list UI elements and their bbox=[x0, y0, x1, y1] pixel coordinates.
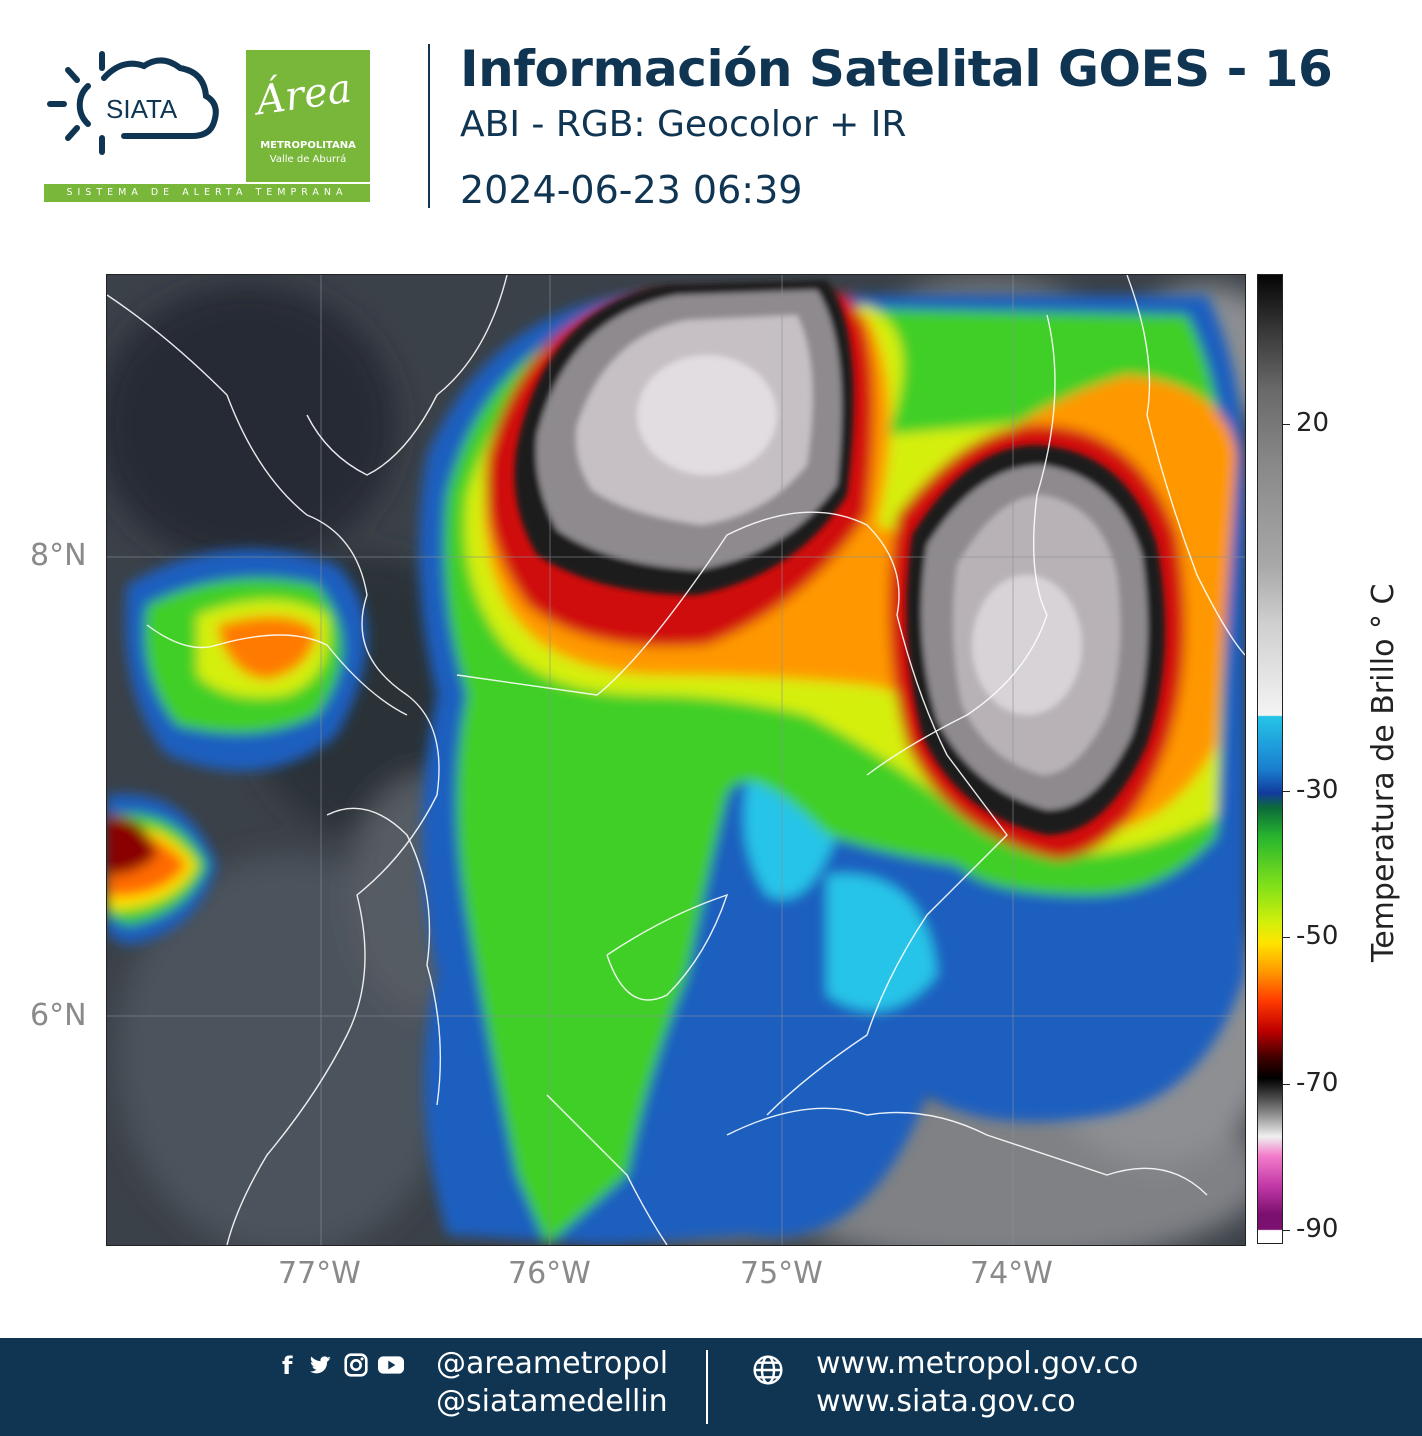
lon-label-74w: 74°W bbox=[970, 1256, 1053, 1291]
colorbar-label-minus70: -70 bbox=[1296, 1068, 1339, 1098]
satellite-map bbox=[106, 274, 1246, 1246]
colorbar-tick bbox=[1282, 1230, 1290, 1231]
siata-logo-text: SIATA bbox=[106, 94, 178, 124]
colorbar-label-minus90: -90 bbox=[1296, 1214, 1339, 1244]
website-metropol-link[interactable]: www.metropol.gov.co bbox=[816, 1346, 1138, 1381]
colorbar-label-20: 20 bbox=[1296, 408, 1330, 438]
colorbar-tick bbox=[1282, 791, 1290, 792]
lat-label-6n: 6°N bbox=[30, 998, 87, 1033]
lon-label-77w: 77°W bbox=[278, 1256, 361, 1291]
image-timestamp: 2024-06-23 06:39 bbox=[460, 168, 803, 212]
lon-label-75w: 75°W bbox=[740, 1256, 823, 1291]
lat-label-8n: 8°N bbox=[30, 538, 87, 573]
colorbar-title: Temperatura de Brillo ° C bbox=[1366, 583, 1401, 963]
page-subtitle: ABI - RGB: Geocolor + IR bbox=[460, 104, 907, 145]
footer-divider bbox=[706, 1350, 708, 1424]
area-logo-name: METROPOLITANA bbox=[260, 140, 356, 151]
instagram-icon[interactable] bbox=[342, 1352, 370, 1378]
social-handle-areametropol[interactable]: @areametropol bbox=[436, 1346, 668, 1381]
colorbar-tick bbox=[1282, 1084, 1290, 1085]
footer: f @areametropol @siatamedellin www.metro… bbox=[0, 1338, 1422, 1436]
facebook-icon[interactable]: f bbox=[282, 1352, 292, 1380]
page-title: Información Satelital GOES - 16 bbox=[460, 40, 1333, 98]
colorbar-tick bbox=[1282, 937, 1290, 938]
website-siata-link[interactable]: www.siata.gov.co bbox=[816, 1384, 1076, 1419]
lon-label-76w: 76°W bbox=[508, 1256, 591, 1291]
globe-icon bbox=[753, 1355, 783, 1385]
temperature-colorbar bbox=[1257, 274, 1283, 1244]
colorbar-label-minus50: -50 bbox=[1296, 921, 1339, 951]
logo-banner: SISTEMA DE ALERTA TEMPRANA bbox=[44, 184, 370, 202]
area-logo-subname: Valle de Aburrá bbox=[269, 154, 347, 165]
colorbar-tick bbox=[1282, 424, 1290, 425]
satellite-imagery bbox=[107, 275, 1245, 1245]
header-divider bbox=[428, 44, 430, 208]
area-metropolitana-logo: Área METROPOLITANA Valle de Aburrá bbox=[246, 50, 370, 182]
social-handle-siatamedellin[interactable]: @siatamedellin bbox=[436, 1384, 668, 1419]
colorbar-label-minus30: -30 bbox=[1296, 775, 1339, 805]
twitter-icon[interactable] bbox=[306, 1352, 334, 1378]
area-logo-script: Área bbox=[253, 65, 355, 125]
youtube-icon[interactable] bbox=[376, 1352, 406, 1378]
